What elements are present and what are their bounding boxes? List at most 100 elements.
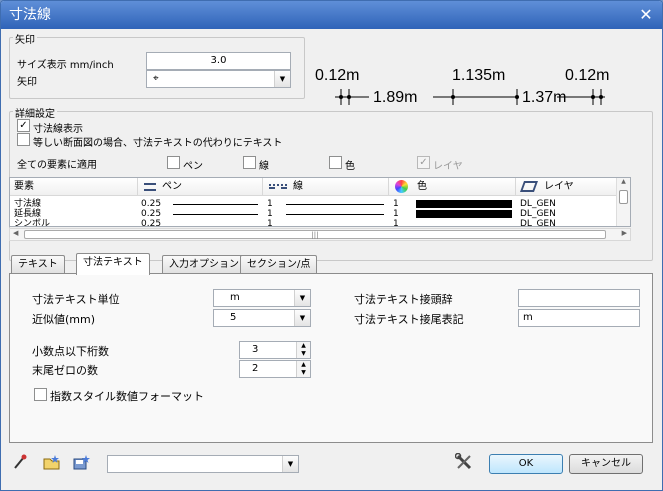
- cancel-button[interactable]: キャンセル: [569, 454, 643, 474]
- spin-down-icon[interactable]: ▼: [297, 369, 310, 377]
- apply-layer-label: レイヤ: [433, 161, 463, 172]
- equal-section-checkbox[interactable]: [17, 133, 30, 146]
- grid-row-3-color[interactable]: 1: [393, 219, 399, 226]
- ok-button[interactable]: OK: [489, 454, 563, 474]
- dialog-client: 矢印 サイズ表示 mm/inch 3.0 矢印 ⌖ ▼ 0.12m 1.135m…: [5, 31, 658, 486]
- scroll-up-icon[interactable]: ▲: [617, 178, 630, 185]
- grid-row-3-element[interactable]: シンボル: [14, 219, 50, 226]
- trailing-spin-buttons[interactable]: ▲ ▼: [296, 361, 310, 377]
- grid-row-2-line-sample: [286, 214, 384, 215]
- grid-header-pen-label: ペン: [162, 181, 182, 192]
- layer-icon: [519, 181, 539, 192]
- title-bar: 寸法線 ✕: [1, 1, 662, 29]
- chevron-down-icon[interactable]: ▼: [294, 290, 310, 306]
- decimals-label: 小数点以下桁数: [32, 345, 109, 358]
- scroll-right-icon[interactable]: ▶: [622, 229, 627, 237]
- chevron-down-icon[interactable]: ▼: [282, 456, 298, 472]
- grid-row-1-pen[interactable]: 0.25: [141, 199, 161, 209]
- open-favorite-icon[interactable]: [43, 454, 61, 470]
- grid-header-pen[interactable]: ペン: [138, 178, 263, 196]
- prefix-label: 寸法テキスト接頭辞: [354, 293, 453, 306]
- eyedropper-icon[interactable]: [13, 454, 27, 470]
- prefix-input[interactable]: [518, 289, 640, 307]
- grid-row-1-layer[interactable]: DL_GEN: [520, 199, 556, 209]
- exp-format-checkbox[interactable]: [34, 388, 47, 401]
- grid-header-line-label: 線: [293, 181, 303, 192]
- apply-layer-checkbox[interactable]: ✓: [417, 156, 430, 169]
- apply-color-label: 色: [345, 161, 355, 172]
- approx-value: 5: [230, 312, 237, 323]
- grid-row-2-layer[interactable]: DL_GEN: [520, 209, 556, 219]
- apply-pen-checkbox[interactable]: [167, 156, 180, 169]
- properties-grid[interactable]: 要素 ペン 線 色 レイヤ 寸法線 0.25 1 1 DL_GEN 延長線 0.…: [9, 177, 631, 227]
- show-dim-checkbox[interactable]: ✓: [17, 119, 30, 132]
- dimension-preview-graphic: [335, 89, 605, 105]
- preview-bottom-left: 1.89m: [373, 89, 418, 106]
- spin-up-icon[interactable]: ▲: [297, 342, 310, 350]
- dimension-text-panel: 寸法テキスト単位 m ▼ 近似値(mm) 5 ▼ 小数点以下桁数 3 ▲ ▼ 末…: [9, 273, 653, 443]
- scroll-thumb[interactable]: [619, 190, 628, 204]
- grid-header-layer[interactable]: レイヤ: [516, 178, 630, 196]
- apply-line-checkbox[interactable]: [243, 156, 256, 169]
- linetype-icon: [269, 184, 287, 189]
- chevron-down-icon[interactable]: ▼: [294, 310, 310, 326]
- apply-line-label: 線: [259, 161, 269, 172]
- apply-all-label: 全ての要素に適用: [17, 160, 97, 171]
- grid-row-2-color[interactable]: 1: [393, 209, 399, 219]
- grid-row-2-color-swatch: [416, 210, 512, 218]
- grid-vertical-scrollbar[interactable]: ▲: [616, 178, 630, 226]
- preset-select[interactable]: ▼: [107, 455, 299, 473]
- grid-header-color[interactable]: 色: [389, 178, 516, 196]
- grid-row-1-line[interactable]: 1: [267, 199, 273, 209]
- trailing-stepper[interactable]: 2 ▲ ▼: [239, 360, 311, 378]
- grid-row-1-line-sample: [286, 204, 384, 205]
- grid-header-layer-label: レイヤ: [544, 181, 574, 192]
- trailing-value: 2: [252, 363, 259, 374]
- apply-pen-label: ペン: [183, 161, 203, 172]
- suffix-label: 寸法テキスト接尾表記: [354, 313, 464, 326]
- unit-select[interactable]: m ▼: [213, 289, 311, 307]
- tab-text[interactable]: テキスト: [11, 255, 65, 275]
- grid-row-1-color[interactable]: 1: [393, 199, 399, 209]
- color-wheel-icon: [395, 180, 408, 193]
- grid-row-3-line[interactable]: 1: [267, 219, 273, 226]
- grid-header-color-label: 色: [417, 181, 427, 192]
- scroll-left-icon[interactable]: ◀: [13, 229, 18, 237]
- arrow-size-input[interactable]: 3.0: [146, 52, 291, 70]
- preview-bottom-right: 1.37m: [522, 89, 567, 106]
- grid-row-3-pen[interactable]: 0.25: [141, 219, 161, 226]
- arrow-symbol-icon: ⌖: [153, 73, 159, 84]
- exp-format-label: 指数スタイル数値フォーマット: [50, 390, 204, 403]
- close-icon[interactable]: ✕: [638, 1, 654, 29]
- suffix-input[interactable]: m: [518, 309, 640, 327]
- tab-dimension-text[interactable]: 寸法テキスト: [76, 253, 150, 275]
- apply-color-checkbox[interactable]: [329, 156, 342, 169]
- grid-row-3-layer[interactable]: DL_GEN: [520, 219, 556, 226]
- spin-up-icon[interactable]: ▲: [297, 361, 310, 369]
- grid-row-2-line[interactable]: 1: [267, 209, 273, 219]
- unit-value: m: [230, 292, 240, 303]
- grid-row-2-pen[interactable]: 0.25: [141, 209, 161, 219]
- arrow-size-label: サイズ表示 mm/inch: [17, 60, 114, 71]
- horizontal-scroll-thumb[interactable]: |||: [24, 230, 606, 239]
- decimals-stepper[interactable]: 3 ▲ ▼: [239, 341, 311, 359]
- show-dim-label: 寸法線表示: [33, 124, 83, 135]
- decimals-spin-buttons[interactable]: ▲ ▼: [296, 342, 310, 358]
- arrow-type-select[interactable]: ⌖ ▼: [146, 70, 291, 88]
- approx-select[interactable]: 5 ▼: [213, 309, 311, 327]
- grid-header-line[interactable]: 線: [263, 178, 389, 196]
- window-title: 寸法線: [9, 7, 51, 23]
- arrow-type-label: 矢印: [17, 77, 37, 88]
- grid-row-2-element[interactable]: 延長線: [14, 209, 41, 219]
- spin-down-icon[interactable]: ▼: [297, 350, 310, 358]
- grid-header-element[interactable]: 要素: [10, 178, 138, 196]
- tools-icon[interactable]: [454, 452, 473, 471]
- tab-input-options[interactable]: 入力オプション: [162, 255, 246, 275]
- tab-section-point[interactable]: セクション/点: [240, 255, 318, 275]
- grid-row-1-element[interactable]: 寸法線: [14, 199, 41, 209]
- save-favorite-icon[interactable]: [73, 454, 91, 470]
- unit-label: 寸法テキスト単位: [32, 293, 120, 306]
- trailing-label: 末尾ゼロの数: [32, 364, 98, 377]
- grid-horizontal-scrollbar[interactable]: ◀ ||| ▶: [9, 228, 631, 241]
- chevron-down-icon[interactable]: ▼: [274, 71, 290, 87]
